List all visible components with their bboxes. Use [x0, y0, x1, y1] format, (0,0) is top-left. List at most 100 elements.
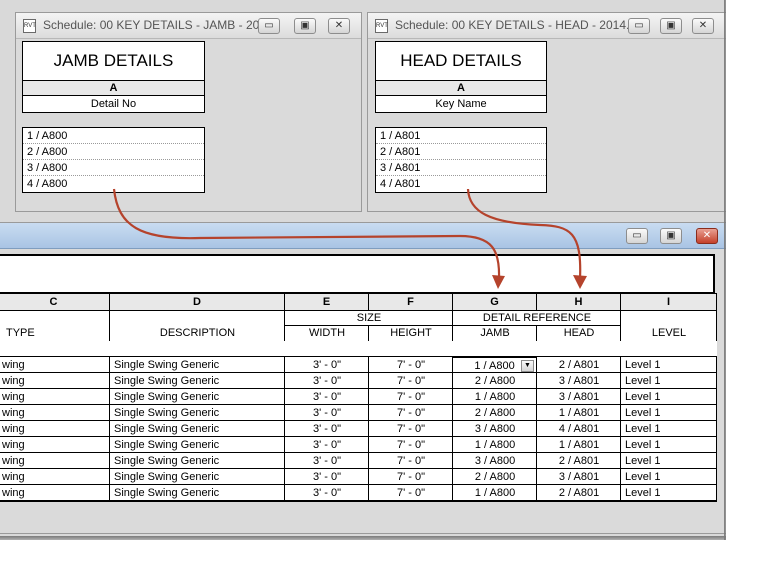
restore-icon[interactable]: ▣	[660, 18, 682, 34]
cell-jamb[interactable]: 1 / A800	[452, 437, 537, 453]
cell-level[interactable]: Level 1	[620, 453, 716, 469]
cell-type[interactable]: wing	[0, 469, 110, 485]
table-row[interactable]: wing Single Swing Generic 3' - 0" 7' - 0" 1 …	[0, 357, 716, 373]
cell-head[interactable]: 3 / A801	[536, 373, 621, 389]
table-row[interactable]: wing Single Swing Generic 3' - 0" 7' - 0" 1 …	[0, 485, 716, 501]
cell-level[interactable]: Level 1	[620, 405, 716, 421]
cell-type[interactable]: wing	[0, 421, 110, 437]
cell-head[interactable]: 2 / A801	[536, 485, 621, 501]
cell-level[interactable]: Level 1	[620, 421, 716, 437]
chevron-down-icon[interactable]: ▼	[521, 360, 534, 372]
table-row[interactable]: wing Single Swing Generic 3' - 0" 7' - 0" 1 …	[0, 389, 716, 405]
cell-jamb[interactable]: 2 / A800	[452, 405, 537, 421]
column-letter-f[interactable]: F	[368, 293, 453, 311]
cell-width[interactable]: 3' - 0"	[284, 437, 369, 453]
cell-type[interactable]: wing	[0, 485, 110, 501]
list-item[interactable]: 3 / A801	[376, 160, 546, 176]
cell-jamb[interactable]: 3 / A800	[452, 453, 537, 469]
cell-width[interactable]: 3' - 0"	[284, 469, 369, 485]
close-icon[interactable]: ✕	[328, 18, 350, 34]
cell-height[interactable]: 7' - 0"	[368, 421, 453, 437]
cell-description[interactable]: Single Swing Generic	[109, 405, 285, 421]
restore-icon[interactable]: ▣	[294, 18, 316, 34]
cell-height[interactable]: 7' - 0"	[368, 357, 453, 373]
head-schedule-window[interactable]: RVT Schedule: 00 KEY DETAILS - HEAD - 20…	[367, 12, 728, 212]
restore-icon[interactable]: ▣	[660, 228, 682, 244]
cell-width[interactable]: 3' - 0"	[284, 405, 369, 421]
column-letter-g[interactable]: G	[452, 293, 537, 311]
cell-head[interactable]: 2 / A801	[536, 453, 621, 469]
list-item[interactable]: 4 / A801	[376, 176, 546, 192]
cell-head[interactable]: 4 / A801	[536, 421, 621, 437]
cell-jamb[interactable]: 1 / A800	[452, 485, 537, 501]
table-row[interactable]: wing Single Swing Generic 3' - 0" 7' - 0" 2 …	[0, 405, 716, 421]
cell-level[interactable]: Level 1	[620, 373, 716, 389]
cell-jamb[interactable]: 2 / A800	[452, 373, 537, 389]
cell-type[interactable]: wing	[0, 405, 110, 421]
table-row[interactable]: wing Single Swing Generic 3' - 0" 7' - 0" 2 …	[0, 469, 716, 485]
cell-description[interactable]: Single Swing Generic	[109, 485, 285, 501]
list-item[interactable]: 2 / A801	[376, 144, 546, 160]
cell-description[interactable]: Single Swing Generic	[109, 437, 285, 453]
cell-head[interactable]: 1 / A801	[536, 437, 621, 453]
cell-width[interactable]: 3' - 0"	[284, 389, 369, 405]
list-item[interactable]: 2 / A800	[23, 144, 204, 160]
cell-jamb[interactable]: 1 / A800	[452, 389, 537, 405]
jamb-schedule-window[interactable]: RVT Schedule: 00 KEY DETAILS - JAMB - 20…	[15, 12, 362, 212]
cell-head[interactable]: 1 / A801	[536, 405, 621, 421]
minimize-icon[interactable]: ▭	[626, 228, 648, 244]
door-schedule-window[interactable]: ▭ ▣ ✕ C D E F G H I SIZE DETAIL REFERENC…	[0, 222, 730, 534]
cell-width[interactable]: 3' - 0"	[284, 421, 369, 437]
cell-description[interactable]: Single Swing Generic	[109, 389, 285, 405]
minimize-icon[interactable]: ▭	[628, 18, 650, 34]
cell-description[interactable]: Single Swing Generic	[109, 357, 285, 373]
list-item[interactable]: 1 / A800	[23, 128, 204, 144]
close-icon[interactable]: ✕	[692, 18, 714, 34]
cell-level[interactable]: Level 1	[620, 389, 716, 405]
cell-head[interactable]: 3 / A801	[536, 389, 621, 405]
column-letter-h[interactable]: H	[536, 293, 621, 311]
door-window-titlebar[interactable]: ▭ ▣ ✕	[0, 223, 729, 249]
table-row[interactable]: wing Single Swing Generic 3' - 0" 7' - 0" 3 …	[0, 421, 716, 437]
cell-type[interactable]: wing	[0, 373, 110, 389]
cell-type[interactable]: wing	[0, 453, 110, 469]
cell-height[interactable]: 7' - 0"	[368, 405, 453, 421]
cell-height[interactable]: 7' - 0"	[368, 373, 453, 389]
cell-level[interactable]: Level 1	[620, 437, 716, 453]
column-letter-e[interactable]: E	[284, 293, 369, 311]
cell-jamb[interactable]: 2 / A800	[452, 469, 537, 485]
column-letter-i[interactable]: I	[620, 293, 717, 311]
list-item[interactable]: 4 / A800	[23, 176, 204, 192]
cell-level[interactable]: Level 1	[620, 357, 716, 373]
cell-height[interactable]: 7' - 0"	[368, 469, 453, 485]
list-item[interactable]: 3 / A800	[23, 160, 204, 176]
cell-width[interactable]: 3' - 0"	[284, 373, 369, 389]
table-row[interactable]: wing Single Swing Generic 3' - 0" 7' - 0" 1 …	[0, 437, 716, 453]
cell-width[interactable]: 3' - 0"	[284, 357, 369, 373]
cell-height[interactable]: 7' - 0"	[368, 485, 453, 501]
cell-height[interactable]: 7' - 0"	[368, 453, 453, 469]
cell-type[interactable]: wing	[0, 389, 110, 405]
column-letter-c[interactable]: C	[0, 293, 110, 311]
cell-head[interactable]: 3 / A801	[536, 469, 621, 485]
cell-description[interactable]: Single Swing Generic	[109, 421, 285, 437]
cell-type[interactable]: wing	[0, 437, 110, 453]
close-icon[interactable]: ✕	[696, 228, 718, 244]
cell-width[interactable]: 3' - 0"	[284, 485, 369, 501]
cell-jamb[interactable]: 3 / A800	[452, 421, 537, 437]
cell-level[interactable]: Level 1	[620, 485, 716, 501]
cell-width[interactable]: 3' - 0"	[284, 453, 369, 469]
cell-jamb[interactable]: 1 / A800 ▼	[452, 357, 537, 373]
cell-head[interactable]: 2 / A801	[536, 357, 621, 373]
cell-height[interactable]: 7' - 0"	[368, 437, 453, 453]
minimize-icon[interactable]: ▭	[258, 18, 280, 34]
head-window-titlebar[interactable]: RVT Schedule: 00 KEY DETAILS - HEAD - 20…	[368, 13, 727, 39]
cell-height[interactable]: 7' - 0"	[368, 389, 453, 405]
cell-description[interactable]: Single Swing Generic	[109, 373, 285, 389]
cell-level[interactable]: Level 1	[620, 469, 716, 485]
cell-type[interactable]: wing	[0, 357, 110, 373]
cell-description[interactable]: Single Swing Generic	[109, 469, 285, 485]
list-item[interactable]: 1 / A801	[376, 128, 546, 144]
table-row[interactable]: wing Single Swing Generic 3' - 0" 7' - 0" 3 …	[0, 453, 716, 469]
table-row[interactable]: wing Single Swing Generic 3' - 0" 7' - 0" 2 …	[0, 373, 716, 389]
